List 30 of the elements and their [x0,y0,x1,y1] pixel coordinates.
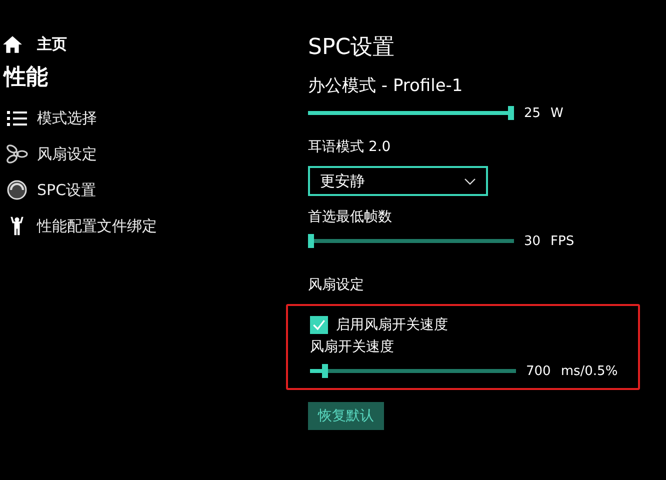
slider-value: 30 [524,234,541,248]
slider-value: 25 [524,106,541,120]
list-icon [6,108,28,128]
section-title: 性能 [4,64,49,92]
setting-label: 风扇开关速度 [310,338,395,356]
slider-thumb[interactable] [322,364,328,378]
setting-label: 耳语模式 2.0 [308,138,392,156]
slider-thumb[interactable] [308,234,314,248]
gauge-icon [6,180,28,200]
sidebar-item[interactable]: 性能配置文件绑定 [2,208,290,244]
reset-button[interactable]: 恢复默认 [308,402,384,430]
checkbox-label: 启用风扇开关速度 [336,316,448,334]
slider-unit: ms/0.5% [560,364,618,378]
chevron-down-icon [464,178,476,184]
mode-dropdown[interactable]: 更安静 [308,166,488,196]
home-icon [2,34,23,54]
page-title: SPC设置 [308,34,396,62]
slider-thumb[interactable] [508,106,514,120]
home-link[interactable]: 主页 [37,34,67,54]
fan-icon [6,144,28,164]
checkbox[interactable] [310,316,328,334]
sidebar-item[interactable]: 模式选择 [2,100,290,136]
profile-name: 办公模式 - Profile-1 [308,75,464,98]
slider-value: 700 [526,364,551,378]
setting-label: 首选最低帧数 [308,208,393,226]
slider-unit: FPS [550,234,574,248]
section-heading: 风扇设定 [308,276,365,294]
slider-unit: W [550,106,564,120]
sidebar-item[interactable]: SPC设置 [2,172,290,208]
sidebar-item[interactable]: 风扇设定 [2,136,290,172]
